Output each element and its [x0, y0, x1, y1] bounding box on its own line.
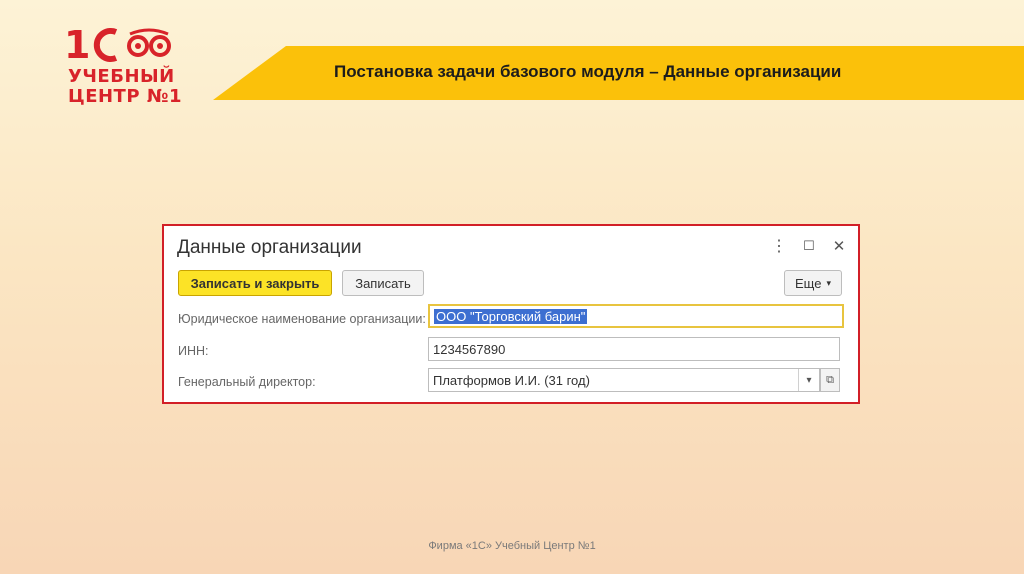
save-and-close-button[interactable]: Записать и закрыть	[178, 270, 332, 296]
logo-line-1: УЧЕБНЫЙ	[68, 66, 175, 87]
logo-line-2: ЦЕНТР №1	[68, 86, 182, 107]
logo: 1 УЧЕБНЫЙ ЦЕНТР №1	[64, 24, 181, 110]
organization-data-window: Данные организации ⋮ ☐ ✕ Записать и закр…	[162, 224, 860, 404]
org-name-value: ООО "Торговский барин"	[434, 308, 588, 324]
open-item-icon[interactable]: ⧉	[820, 368, 840, 392]
window-title: Данные организации	[177, 237, 362, 258]
slide-footer: Фирма «1С» Учебный Центр №1	[428, 540, 596, 552]
director-field[interactable]: Платформов И.И. (31 год) ▾	[428, 368, 820, 392]
more-menu-button[interactable]: Еще ▾	[784, 270, 842, 296]
slide-title: Постановка задачи базового модуля – Данн…	[334, 62, 842, 81]
more-actions-icon[interactable]: ⋮	[770, 237, 788, 255]
inn-value: 1234567890	[433, 341, 506, 357]
more-label: Еще	[795, 275, 822, 291]
save-button[interactable]: Записать	[342, 270, 424, 296]
dropdown-arrow-icon[interactable]: ▾	[798, 369, 819, 391]
maximize-icon[interactable]: ☐	[800, 237, 818, 255]
svg-text:1: 1	[64, 24, 90, 64]
1c-logo-icon: 1	[64, 24, 171, 64]
director-label: Генеральный директор:	[178, 375, 316, 389]
org-name-label: Юридическое наименование организации:	[178, 312, 426, 326]
inn-label: ИНН:	[178, 344, 209, 358]
chevron-down-icon: ▾	[826, 277, 831, 288]
close-icon[interactable]: ✕	[830, 237, 848, 255]
inn-field[interactable]: 1234567890	[428, 337, 840, 361]
director-value: Платформов И.И. (31 год)	[433, 372, 590, 388]
org-name-field[interactable]: ООО "Торговский барин"	[428, 304, 844, 328]
